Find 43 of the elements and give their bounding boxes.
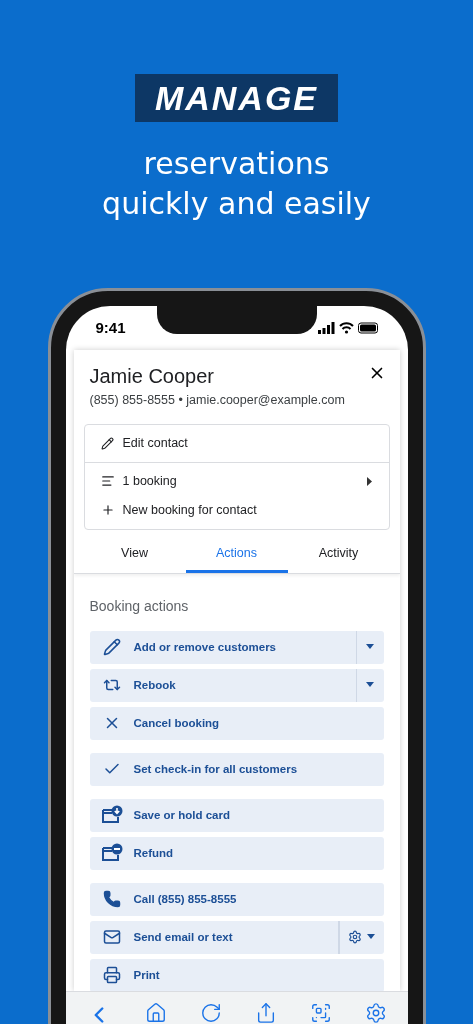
phone-icon (102, 890, 121, 909)
caret-icon (367, 934, 375, 941)
action-button[interactable]: Refund (89, 836, 384, 870)
menu-item[interactable]: New booking for contact (84, 495, 389, 525)
tab[interactable]: Activity (287, 537, 390, 573)
refresh-icon[interactable] (200, 1002, 222, 1024)
card-download-icon (100, 805, 123, 826)
caret-icon (366, 476, 373, 486)
action-button[interactable]: Send email or text (89, 920, 384, 954)
section-title: Booking actions (89, 596, 190, 616)
wifi-icon (338, 322, 354, 334)
home-icon[interactable] (145, 1002, 167, 1024)
mail-icon (102, 928, 121, 947)
contact-details: (855) 855-8555 • jamie.cooper@example.com (89, 392, 345, 409)
action-button[interactable]: Add or remove customers (89, 630, 384, 664)
contact-name: Jamie Cooper (89, 364, 214, 388)
action-button[interactable]: Save or hold card (89, 798, 384, 832)
plus-icon (100, 503, 115, 518)
action-button[interactable]: Call (855) 855-8555 (89, 882, 384, 916)
caret-icon (366, 644, 374, 651)
menu-item[interactable]: 1 booking (84, 466, 389, 496)
action-button[interactable]: Rebook (89, 668, 384, 702)
settings-icon (348, 930, 362, 945)
caret-icon (366, 682, 374, 689)
headline-text: reservations (143, 145, 330, 183)
headline-badge: MANAGE (135, 74, 338, 122)
signal-icon (317, 322, 335, 334)
action-button[interactable]: Print (89, 958, 384, 991)
card-minus-icon (100, 843, 123, 864)
action-button[interactable]: Set check-in for all customers (89, 752, 384, 786)
tab[interactable]: Actions (185, 537, 288, 573)
tab[interactable]: View (83, 537, 186, 573)
pencil-icon (102, 638, 121, 657)
battery-icon (357, 322, 378, 334)
status-time: 9:41 (95, 317, 126, 338)
qr-scan-icon[interactable] (310, 1002, 332, 1024)
printer-icon (102, 966, 121, 985)
headline-text: quickly and easily (102, 185, 371, 223)
list-icon (100, 474, 115, 489)
share-icon[interactable] (255, 1002, 277, 1024)
settings-icon[interactable] (365, 1002, 387, 1024)
action-button[interactable]: Cancel booking (89, 706, 384, 740)
pencil-icon (100, 436, 114, 450)
